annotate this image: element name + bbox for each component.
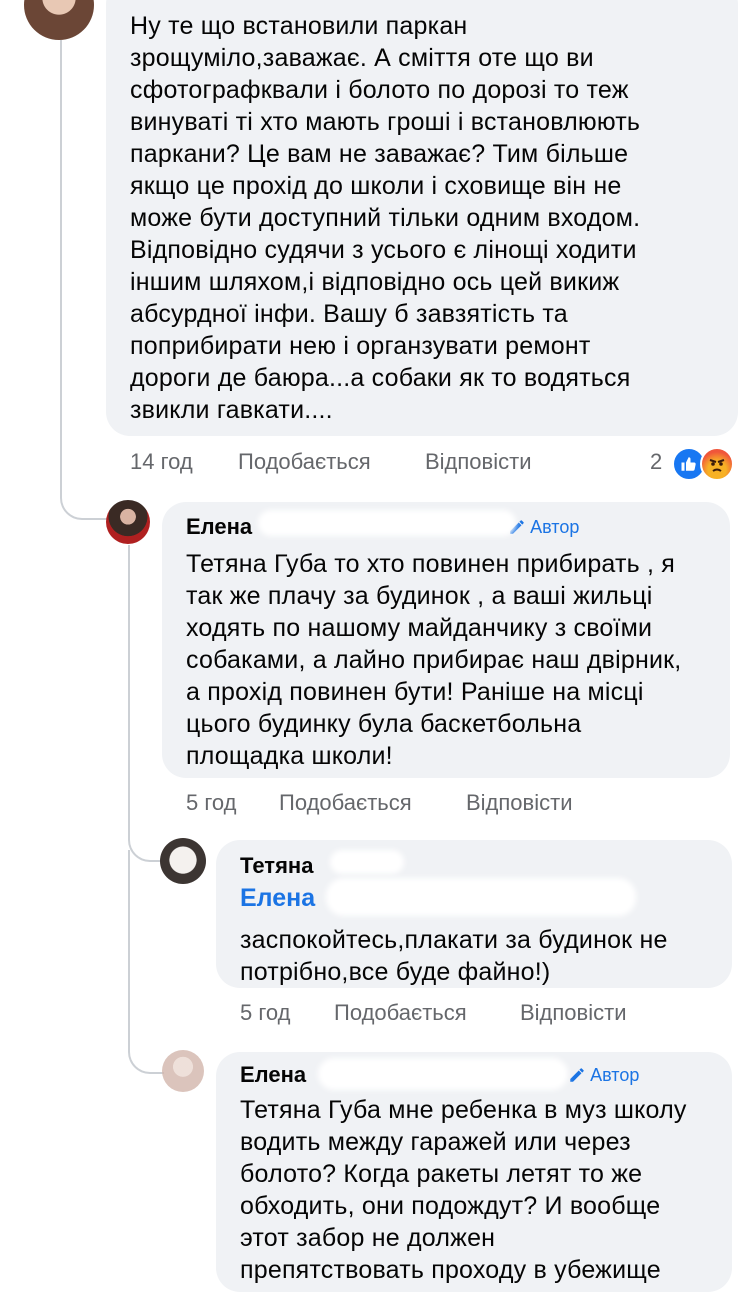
redaction bbox=[330, 850, 404, 874]
reply-button[interactable]: Відповісти bbox=[466, 789, 573, 817]
comment-author[interactable]: Елена bbox=[240, 1061, 306, 1089]
avatar[interactable] bbox=[160, 838, 206, 884]
angry-reaction-icon[interactable] bbox=[700, 447, 734, 481]
author-badge: Автор bbox=[568, 1065, 639, 1086]
comment-text: заспокойтесь,плакати за будинок не потрі… bbox=[240, 926, 668, 986]
redaction bbox=[326, 878, 636, 916]
comment-text: Тетяна Губа мне ребенка в муз школу води… bbox=[240, 1096, 687, 1284]
reply-button[interactable]: Відповісти bbox=[425, 448, 532, 476]
like-button[interactable]: Подобається bbox=[334, 999, 467, 1027]
avatar[interactable] bbox=[162, 1050, 204, 1092]
comment-text: Ну те що встановили паркан зрощуміло,зав… bbox=[130, 12, 641, 424]
like-button[interactable]: Подобається bbox=[238, 448, 371, 476]
redaction bbox=[258, 510, 516, 536]
author-badge: Автор bbox=[508, 517, 579, 538]
avatar[interactable] bbox=[106, 500, 150, 544]
comment-text: Тетяна Губа то хто повинен прибирать , я… bbox=[186, 550, 682, 770]
comment-time[interactable]: 14 год bbox=[130, 448, 193, 476]
thread-line-sub-2 bbox=[128, 850, 164, 1074]
reply-button[interactable]: Відповісти bbox=[520, 999, 627, 1027]
comment-time[interactable]: 5 год bbox=[186, 789, 236, 817]
comment-author[interactable]: Елена bbox=[186, 513, 252, 541]
like-button[interactable]: Подобається bbox=[279, 789, 412, 817]
avatar[interactable] bbox=[24, 0, 94, 40]
comment-bubble: Ну те що встановили паркан зрощуміло,зав… bbox=[106, 0, 738, 436]
reactions-count[interactable]: 2 bbox=[650, 448, 662, 476]
comment-time[interactable]: 5 год bbox=[240, 999, 290, 1027]
redaction bbox=[318, 1058, 568, 1090]
thread-line-sub bbox=[128, 545, 164, 862]
pencil-icon bbox=[570, 1068, 584, 1082]
comment-bubble: Елена Автор Тетяна Губа то хто повинен п… bbox=[162, 502, 730, 778]
